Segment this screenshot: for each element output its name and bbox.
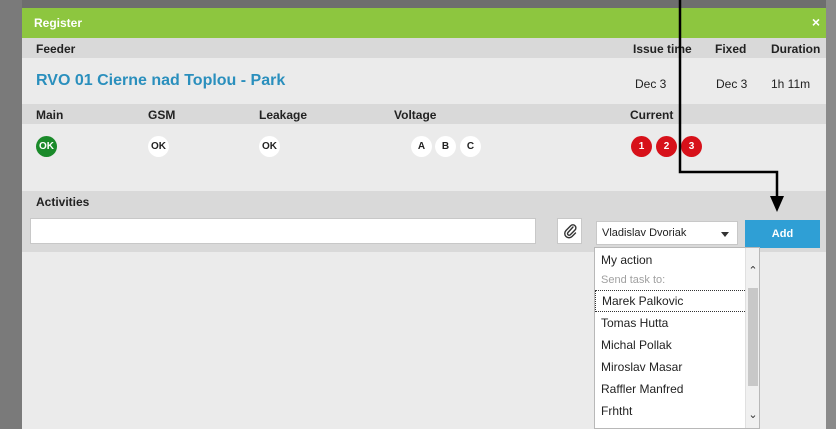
feeder-header-row: Feeder Issue time Fixed Duration <box>22 38 826 58</box>
current-1-badge: 1 <box>631 136 652 157</box>
feeder-row[interactable]: RVO 01 Cierne nad Toplou - Park Dec 3 De… <box>22 58 826 104</box>
dropdown-group-label: Send task to: <box>601 274 666 286</box>
status-header-row: Main GSM Leakage Voltage Current <box>22 104 826 124</box>
voltage-a-badge: A <box>411 136 432 157</box>
attach-button[interactable] <box>557 218 582 244</box>
dialog-title: Register <box>34 16 83 30</box>
scrollbar-thumb[interactable] <box>748 288 758 386</box>
assignee-select[interactable]: Vladislav Dvoriak <box>596 221 738 245</box>
add-button[interactable]: Add <box>745 220 820 248</box>
activities-header-row: Activities <box>22 191 826 211</box>
dropdown-option[interactable]: Michal Pollak <box>595 335 747 357</box>
assignee-selected-value: Vladislav Dvoriak <box>602 227 687 239</box>
register-dialog: Register × Feeder Issue time Fixed Durat… <box>22 8 826 429</box>
feeder-fixed: Dec 3 <box>716 77 748 91</box>
activity-input-row: Vladislav Dvoriak Add <box>22 211 826 252</box>
status-row: OK OK OK A B C 1 2 3 <box>22 124 826 191</box>
scroll-up-icon[interactable]: ⌃ <box>746 264 759 278</box>
voltage-b-badge: B <box>435 136 456 157</box>
dropdown-scrollbar[interactable]: ⌃ ⌄ <box>745 248 759 428</box>
assignee-dropdown-list: My action Send task to: Marek Palkovic T… <box>594 247 760 429</box>
header-main: Main <box>36 108 64 122</box>
header-leakage: Leakage <box>259 108 308 122</box>
voltage-c-badge: C <box>460 136 481 157</box>
dropdown-option-my-action[interactable]: My action <box>595 250 747 272</box>
paperclip-icon <box>563 224 577 239</box>
feeder-name[interactable]: RVO 01 Cierne nad Toplou - Park <box>36 72 285 90</box>
current-2-badge: 2 <box>656 136 677 157</box>
header-fixed: Fixed <box>715 42 747 56</box>
dropdown-option[interactable]: Raffler Manfred <box>595 379 747 401</box>
header-gsm: GSM <box>148 108 176 122</box>
close-icon[interactable]: × <box>812 14 820 30</box>
dropdown-option[interactable]: Frhtht <box>595 401 747 423</box>
dialog-titlebar: Register × <box>22 8 826 38</box>
background-right <box>826 0 836 429</box>
gsm-status-badge: OK <box>148 136 169 157</box>
header-issue-time: Issue time <box>633 42 692 56</box>
leakage-status-badge: OK <box>259 136 280 157</box>
dropdown-option[interactable]: Marek Palkovic <box>595 290 747 312</box>
feeder-issue-time: Dec 3 <box>635 77 667 91</box>
header-current: Current <box>630 108 674 122</box>
dropdown-option[interactable]: Miroslav Masar <box>595 357 747 379</box>
header-feeder: Feeder <box>36 42 76 56</box>
scroll-down-icon[interactable]: ⌄ <box>746 408 759 422</box>
chevron-down-icon <box>721 232 729 237</box>
main-status-badge: OK <box>36 136 57 157</box>
dropdown-option[interactable]: Tomas Hutta <box>595 313 747 335</box>
feeder-duration: 1h 11m <box>771 77 811 91</box>
header-duration: Duration <box>771 42 821 56</box>
current-3-badge: 3 <box>681 136 702 157</box>
header-activities: Activities <box>36 195 90 209</box>
header-voltage: Voltage <box>394 108 437 122</box>
background-left <box>0 0 22 429</box>
activity-text-input[interactable] <box>30 218 536 244</box>
